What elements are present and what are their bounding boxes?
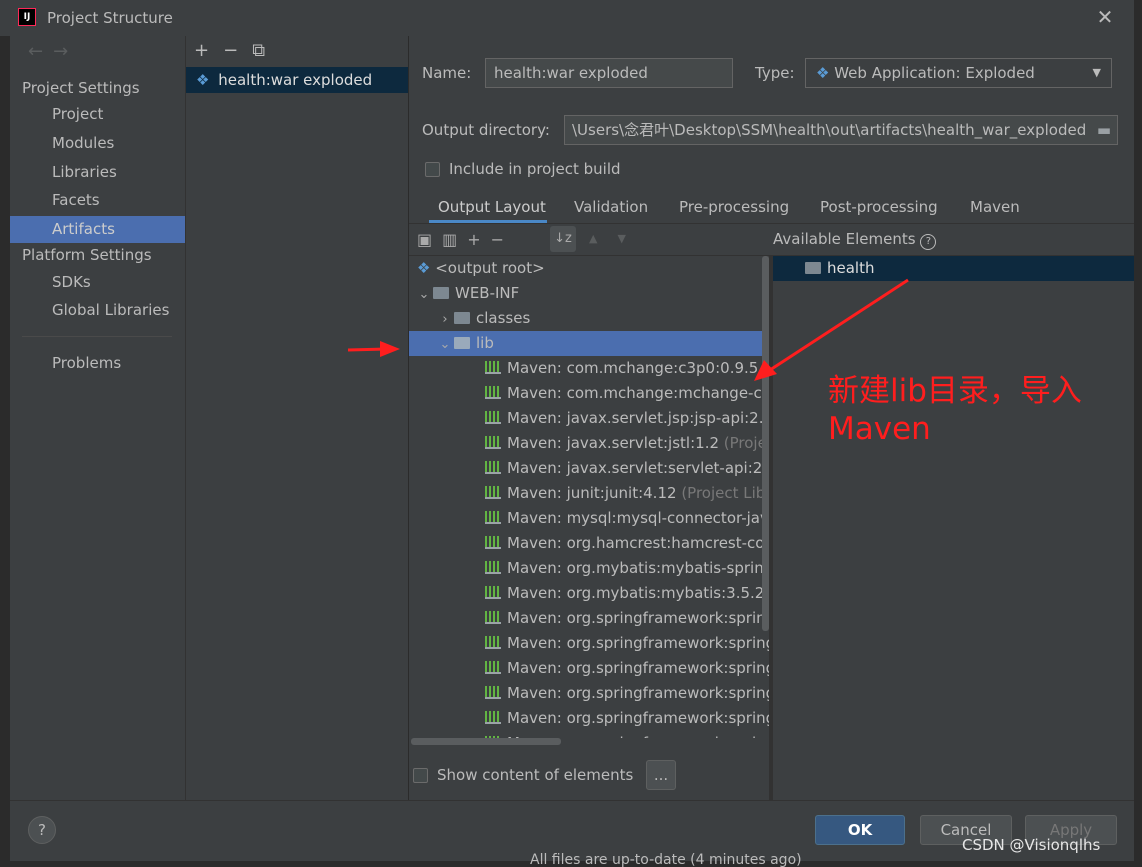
tab-post-processing[interactable]: Post-processing	[820, 198, 938, 216]
ok-button[interactable]: OK	[815, 815, 905, 845]
tree-item-maven-library[interactable]: Maven: javax.servlet:servlet-api:2.5 (	[409, 456, 769, 481]
nav-item-problems[interactable]: Problems	[10, 350, 185, 377]
nav-item-facets[interactable]: Facets	[10, 187, 185, 214]
add-copy-icon[interactable]: +	[467, 230, 490, 249]
tree-item-maven-library[interactable]: Maven: org.hamcrest:hamcrest-core	[409, 531, 769, 556]
remove-element-icon[interactable]: −	[491, 230, 514, 249]
library-icon	[485, 611, 501, 624]
nav-item-modules[interactable]: Modules	[10, 130, 185, 157]
platform-settings-header: Platform Settings	[22, 246, 152, 264]
window-title: Project Structure	[47, 9, 173, 27]
tree-item-maven-library[interactable]: Maven: org.springframework:spring-	[409, 606, 769, 631]
library-icon	[485, 661, 501, 674]
library-icon	[485, 636, 501, 649]
tree-horizontal-scrollbar[interactable]	[411, 738, 561, 745]
artifact-list: +−⧉ ❖ health:war exploded	[186, 36, 408, 800]
library-icon	[485, 461, 501, 474]
annotation-text: 新建lib目录，导入 Maven	[828, 373, 1082, 447]
left-nav: ←→ Project Settings Project Modules Libr…	[10, 36, 186, 800]
name-input[interactable]: health:war exploded	[485, 58, 733, 88]
intellij-logo-icon: IJ	[18, 8, 36, 26]
nav-item-global-libraries[interactable]: Global Libraries	[10, 297, 185, 324]
project-settings-header: Project Settings	[22, 79, 140, 97]
library-icon	[485, 711, 501, 724]
watermark: CSDN @Visionqlhs	[962, 836, 1101, 854]
output-directory-input[interactable]: \Users\念君叶\Desktop\SSM\health\out\artifa…	[564, 115, 1118, 145]
tree-item-maven-library[interactable]: Maven: org.springframework:spring-	[409, 706, 769, 731]
include-in-build-row[interactable]: Include in project build	[425, 160, 621, 178]
tree-item-maven-library[interactable]: Maven: javax.servlet.jsp:jsp-api:2.2 (P	[409, 406, 769, 431]
show-content-row[interactable]: Show content of elements	[413, 766, 633, 784]
close-icon[interactable]: ✕	[1094, 6, 1116, 28]
tree-item-maven-library[interactable]: Maven: org.mybatis:mybatis-spring:2	[409, 556, 769, 581]
chevron-down-icon: ▼	[1092, 66, 1101, 79]
library-icon	[485, 486, 501, 499]
copy-icon[interactable]: ⧉	[252, 40, 279, 61]
add-icon[interactable]: +	[194, 40, 223, 61]
move-up-icon[interactable]: ▲	[589, 232, 617, 245]
include-in-build-label: Include in project build	[449, 160, 621, 178]
arrow-left-icon[interactable]: ←	[28, 41, 53, 62]
tree-item-maven-library[interactable]: Maven: org.springframework:spring-	[409, 631, 769, 656]
show-content-options-button[interactable]: ...	[646, 760, 676, 790]
tree-item-maven-library[interactable]: Maven: org.springframework:spring-	[409, 681, 769, 706]
arrow-diagonal-annotation-shaft	[769, 278, 909, 372]
include-in-build-checkbox[interactable]	[425, 162, 440, 177]
help-button[interactable]: ?	[28, 816, 56, 844]
library-icon	[485, 561, 501, 574]
name-label: Name:	[422, 64, 472, 82]
tree-item-maven-library[interactable]: Maven: mysql:mysql-connector-java	[409, 506, 769, 531]
background-status-text: All files are up-to-date (4 minutes ago)	[530, 852, 802, 867]
library-icon	[485, 686, 501, 699]
remove-icon[interactable]: −	[223, 40, 252, 61]
tabs-divider	[409, 223, 1134, 224]
nav-item-sdks[interactable]: SDKs	[10, 269, 185, 296]
nav-divider	[22, 336, 172, 337]
library-icon	[485, 536, 501, 549]
tab-pre-processing[interactable]: Pre-processing	[679, 198, 789, 216]
library-icon	[485, 436, 501, 449]
sort-icon[interactable]: ↓z	[550, 226, 576, 252]
tab-validation[interactable]: Validation	[574, 198, 648, 216]
tab-output-layout[interactable]: Output Layout	[438, 198, 546, 216]
show-content-checkbox[interactable]	[413, 768, 428, 783]
tree-item-maven-library[interactable]: Maven: junit:junit:4.12 (Project Libra	[409, 481, 769, 506]
show-content-label: Show content of elements	[437, 766, 634, 784]
folder-browse-icon[interactable]: ▬	[1097, 116, 1111, 144]
type-select-value: Web Application: Exploded	[834, 64, 1035, 82]
library-icon	[485, 511, 501, 524]
web-artifact-icon: ❖	[196, 71, 210, 89]
type-select[interactable]: ❖ Web Application: Exploded ▼	[805, 58, 1112, 88]
library-icon	[485, 586, 501, 599]
create-archive-icon[interactable]: ▥	[442, 230, 467, 249]
output-directory-value: \Users\念君叶\Desktop\SSM\health\out\artifa…	[572, 121, 1087, 139]
arrow-diagonal-annotation-head	[754, 360, 777, 381]
type-label: Type:	[755, 64, 795, 82]
tree-item-maven-library[interactable]: Maven: org.springframework:spring-	[409, 656, 769, 681]
help-circle-icon[interactable]: ?	[920, 234, 937, 250]
nav-item-libraries[interactable]: Libraries	[10, 159, 185, 186]
library-icon	[485, 411, 501, 424]
artifact-item-label: health:war exploded	[218, 71, 373, 89]
nav-item-project[interactable]: Project	[10, 101, 185, 128]
artifact-item[interactable]: ❖ health:war exploded	[186, 67, 408, 93]
output-directory-label: Output directory:	[422, 121, 550, 139]
tree-item-maven-library[interactable]: Maven: javax.servlet:jstl:1.2 (Project L…	[409, 431, 769, 456]
arrow-right-icon[interactable]: →	[53, 41, 78, 62]
move-down-icon[interactable]: ▼	[617, 232, 645, 245]
background-editor	[1134, 0, 1142, 867]
tree-item-maven-library[interactable]: Maven: org.mybatis:mybatis:3.5.2 (P	[409, 581, 769, 606]
web-app-icon: ❖	[816, 64, 830, 82]
available-elements-title: Available Elements ?	[773, 230, 937, 250]
tab-maven[interactable]: Maven	[970, 198, 1020, 216]
new-directory-icon[interactable]: ▣	[417, 230, 442, 249]
arrow-right-annotation-head	[380, 341, 400, 357]
nav-item-artifacts[interactable]: Artifacts	[10, 216, 185, 243]
